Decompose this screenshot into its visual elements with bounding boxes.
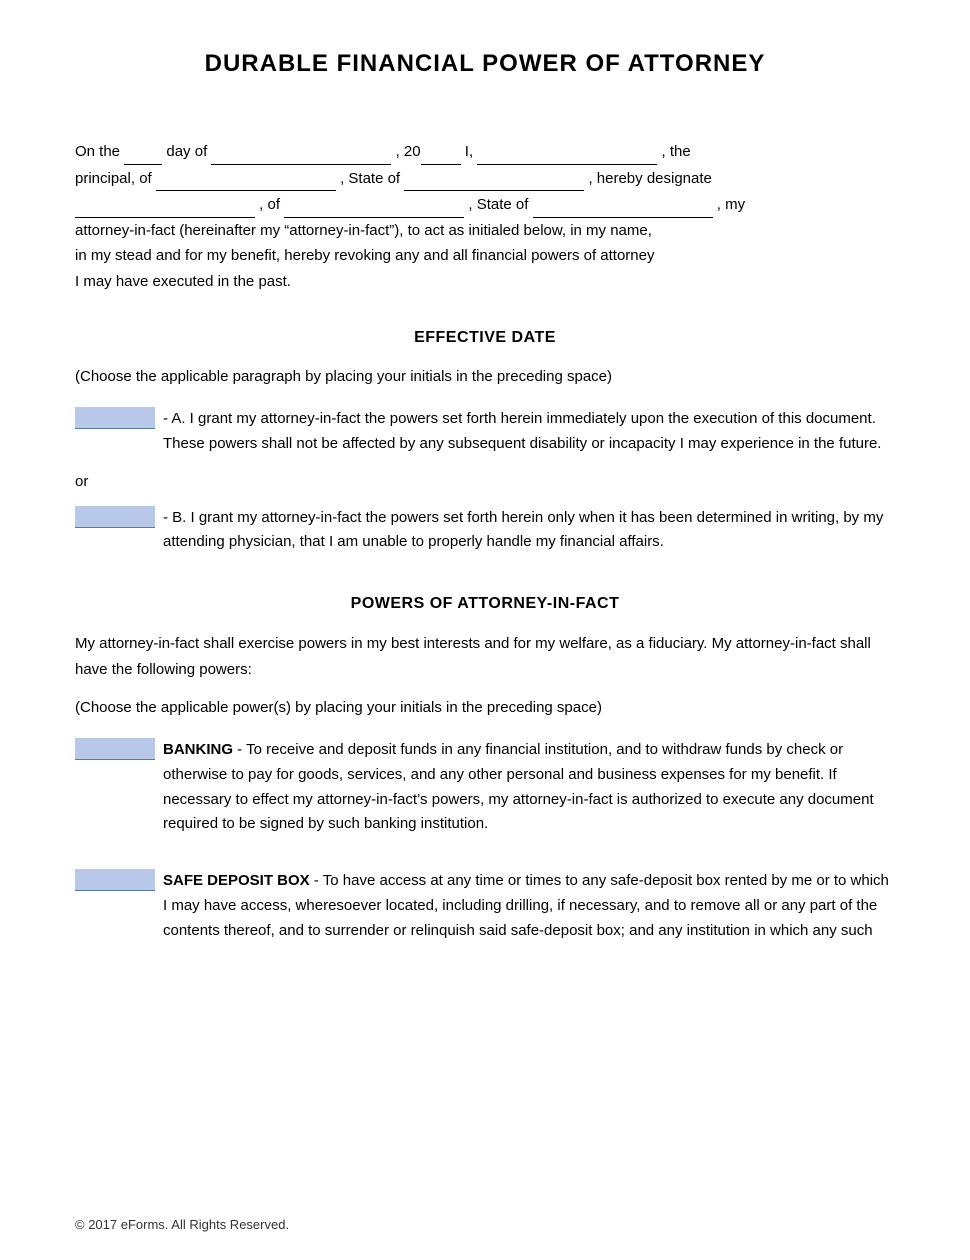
option-a-text: - A. I grant my attorney-in-fact the pow… [163,407,895,457]
intro-state-of-1: , State of [340,170,400,187]
attorney-name-field[interactable] [75,191,255,218]
document-title: DURABLE FINANCIAL POWER OF ATTORNEY [75,50,895,78]
safe-deposit-initials[interactable] [75,869,155,891]
effective-date-title: EFFECTIVE DATE [75,329,895,347]
principal-address-field[interactable] [156,165,336,192]
intro-principal-of: principal, of [75,170,152,187]
intro-line4: attorney-in-fact (hereinafter my “attorn… [75,222,652,239]
powers-intro: My attorney-in-fact shall exercise power… [75,631,895,682]
document-page: DURABLE FINANCIAL POWER OF ATTORNEY On t… [0,0,970,1260]
option-a-block: - A. I grant my attorney-in-fact the pow… [75,407,895,457]
powers-title: POWERS OF ATTORNEY-IN-FACT [75,595,895,613]
intro-paragraph: On the day of , 20 I, , the principal, o… [75,138,895,294]
banking-text: BANKING - To receive and deposit funds i… [163,738,895,837]
effective-date-section: EFFECTIVE DATE (Choose the applicable pa… [75,329,895,555]
powers-choose-note: (Choose the applicable power(s) by placi… [75,696,895,720]
intro-the: , the [661,143,690,160]
intro-comma-20: , 20 [396,143,421,160]
intro-state-of-2: , State of [468,196,528,213]
safe-deposit-label: SAFE DEPOSIT BOX [163,872,310,889]
principal-state-field[interactable] [404,165,584,192]
safe-deposit-text: SAFE DEPOSIT BOX - To have access at any… [163,869,895,943]
option-b-block: - B. I grant my attorney-in-fact the pow… [75,506,895,556]
banking-initials[interactable] [75,738,155,760]
day-field[interactable] [124,138,162,165]
intro-hereby-designate: , hereby designate [588,170,711,187]
attorney-address-field[interactable] [284,191,464,218]
banking-label: BANKING [163,741,233,758]
intro-day-of: day of [166,143,207,160]
intro-of: , of [259,196,280,213]
effective-date-choose-note: (Choose the applicable paragraph by plac… [75,365,895,389]
or-separator: or [75,473,895,490]
safe-deposit-block: SAFE DEPOSIT BOX - To have access at any… [75,869,895,943]
intro-i: I, [465,143,473,160]
footer-copyright: © 2017 eForms. All Rights Reserved. [75,1217,289,1232]
banking-block: BANKING - To receive and deposit funds i… [75,738,895,837]
year-field[interactable] [421,138,461,165]
intro-line6: I may have executed in the past. [75,273,291,290]
intro-on-the: On the [75,143,120,160]
attorney-state-field[interactable] [533,191,713,218]
principal-name-field[interactable] [477,138,657,165]
banking-body: - To receive and deposit funds in any fi… [163,741,874,832]
option-b-initials[interactable] [75,506,155,528]
option-b-text: - B. I grant my attorney-in-fact the pow… [163,506,895,556]
intro-my: , my [717,196,745,213]
option-a-initials[interactable] [75,407,155,429]
powers-section: POWERS OF ATTORNEY-IN-FACT My attorney-i… [75,595,895,943]
month-field[interactable] [211,138,391,165]
intro-line5: in my stead and for my benefit, hereby r… [75,247,655,264]
